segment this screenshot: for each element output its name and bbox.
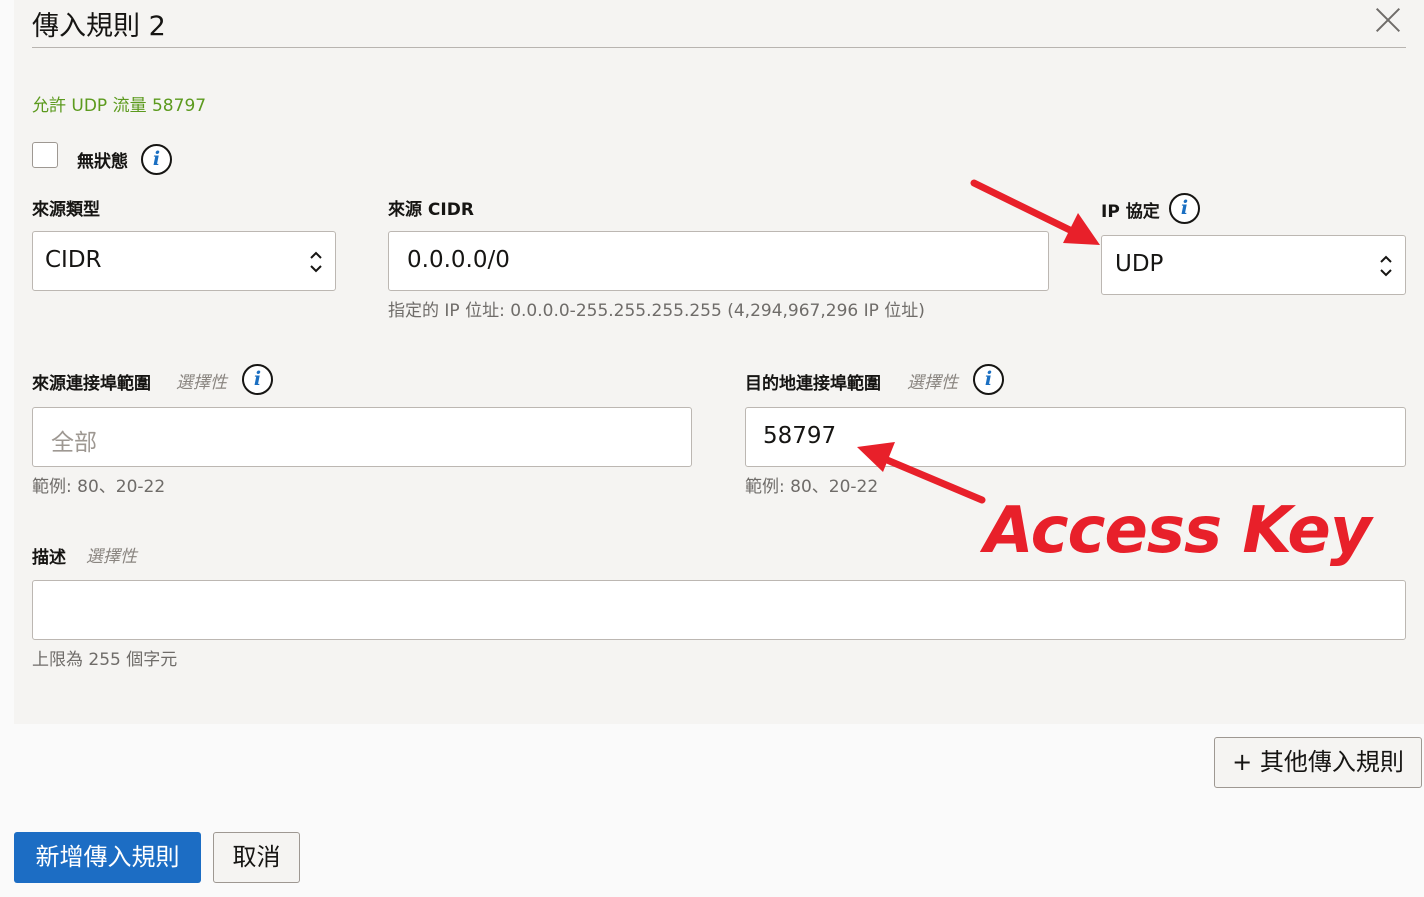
add-another-rule-button[interactable]: + 其他傳入規則	[1214, 737, 1422, 788]
chevron-updown-icon	[1380, 255, 1392, 277]
description-optional: 選擇性	[86, 547, 137, 567]
ip-protocol-label: IP 協定	[1101, 202, 1160, 222]
dest-port-value: 58797	[763, 423, 837, 449]
stateless-checkbox[interactable]	[32, 142, 58, 168]
access-key-annotation: Access Key	[984, 494, 1372, 568]
source-cidr-input[interactable]: 0.0.0.0/0	[388, 231, 1049, 291]
source-cidr-label: 來源 CIDR	[388, 200, 474, 220]
source-port-hint: 範例: 80、20-22	[32, 477, 166, 497]
dest-port-label: 目的地連接埠範圍	[745, 374, 881, 394]
description-hint: 上限為 255 個字元	[32, 650, 178, 670]
source-port-placeholder: 全部	[51, 430, 97, 456]
add-ingress-rule-button[interactable]: 新增傳入規則	[14, 832, 201, 883]
source-type-value: CIDR	[45, 247, 102, 273]
source-port-optional: 選擇性	[176, 373, 227, 393]
ip-protocol-select[interactable]: UDP	[1101, 235, 1406, 295]
dest-port-optional: 選擇性	[907, 373, 958, 393]
rule-summary: 允許 UDP 流量 58797	[32, 96, 207, 116]
source-type-label: 來源類型	[32, 200, 100, 220]
title-divider	[32, 47, 1406, 48]
close-icon[interactable]	[1372, 4, 1404, 36]
ip-protocol-value: UDP	[1115, 251, 1164, 277]
cancel-button[interactable]: 取消	[213, 832, 300, 883]
source-port-input[interactable]: 全部	[32, 407, 692, 467]
info-icon[interactable]: i	[1169, 193, 1200, 224]
description-label: 描述	[32, 548, 66, 568]
source-port-label: 來源連接埠範圍	[32, 374, 151, 394]
dest-port-hint: 範例: 80、20-22	[745, 477, 879, 497]
info-icon[interactable]: i	[242, 364, 273, 395]
dest-port-input[interactable]: 58797	[745, 407, 1406, 467]
source-type-select[interactable]: CIDR	[32, 231, 336, 291]
source-cidr-hint: 指定的 IP 位址: 0.0.0.0-255.255.255.255 (4,29…	[388, 301, 925, 321]
stateless-label: 無狀態	[77, 152, 128, 172]
description-input[interactable]	[32, 580, 1406, 640]
info-icon[interactable]: i	[973, 364, 1004, 395]
dialog-title: 傳入規則 2	[32, 11, 166, 42]
chevron-updown-icon	[310, 251, 322, 273]
info-icon[interactable]: i	[141, 144, 172, 175]
source-cidr-value: 0.0.0.0/0	[407, 247, 510, 273]
